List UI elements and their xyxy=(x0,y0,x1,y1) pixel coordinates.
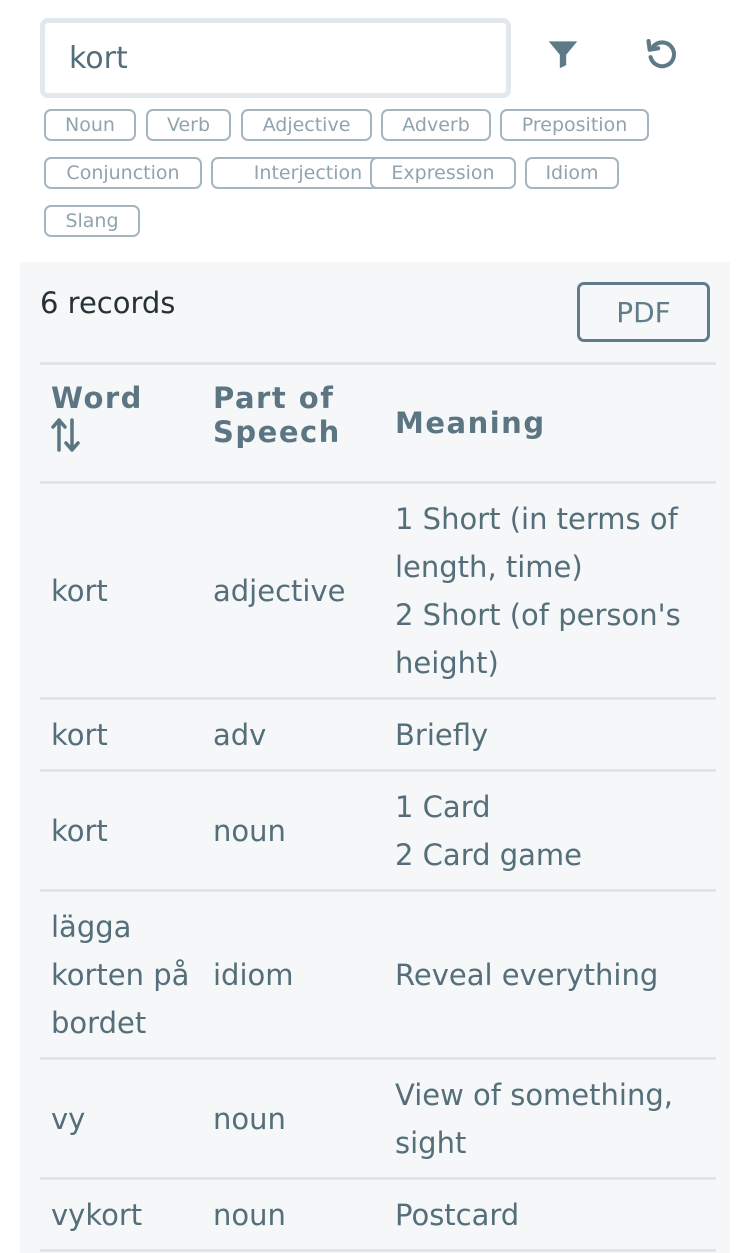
word-line: kort xyxy=(51,574,108,608)
word-cell: vy xyxy=(51,1095,201,1143)
word-cell: lägga korten på bordet xyxy=(51,903,201,1047)
meaning-line: Reveal everything xyxy=(395,958,659,992)
word-line: bordet xyxy=(51,1006,147,1040)
column-header-word[interactable]: Word xyxy=(51,381,201,453)
column-header-part-of-speech[interactable]: Part of Speech xyxy=(213,381,373,449)
filter-icon xyxy=(548,41,578,69)
meaning-line: height) xyxy=(395,646,499,680)
word-cell: vykort xyxy=(51,1191,201,1239)
tag-preposition[interactable]: Preposition xyxy=(500,109,649,141)
reset-icon xyxy=(646,38,677,69)
meaning-line: sight xyxy=(395,1126,467,1160)
meaning-line: View of something, xyxy=(395,1078,673,1112)
results-panel: 6 records PDF Word Part of Speech Meanin… xyxy=(20,262,730,1253)
column-header-part-of-speech-line2: Speech xyxy=(213,415,341,449)
tag-adverb[interactable]: Adverb xyxy=(381,109,491,141)
row-divider xyxy=(40,769,716,772)
row-divider xyxy=(40,1177,716,1180)
meaning-line: Briefly xyxy=(395,718,489,752)
part-of-speech-cell: noun xyxy=(213,1198,286,1232)
word-cell: kort xyxy=(51,807,201,855)
row-divider xyxy=(40,889,716,892)
row-divider xyxy=(40,697,716,700)
table-header-divider xyxy=(40,481,716,484)
search-input[interactable] xyxy=(45,23,506,93)
word-line: kort xyxy=(51,814,108,848)
word-line: lägga xyxy=(51,910,132,944)
word-cell: kort xyxy=(51,711,201,759)
meaning-line: 2 Short (of person's xyxy=(395,598,681,632)
meaning-cell: Postcard xyxy=(395,1191,715,1239)
word-cell: kort xyxy=(51,567,201,615)
part-of-speech-cell: adjective xyxy=(213,574,346,608)
tag-noun[interactable]: Noun xyxy=(44,109,136,141)
meaning-line: 1 Card xyxy=(395,790,491,824)
word-line: korten på xyxy=(51,958,190,992)
tag-idiom[interactable]: Idiom xyxy=(525,157,619,189)
tag-conjunction[interactable]: Conjunction xyxy=(44,157,202,189)
word-line: vykort xyxy=(51,1198,143,1232)
tag-verb[interactable]: Verb xyxy=(146,109,231,141)
column-header-meaning[interactable]: Meaning xyxy=(395,406,715,440)
search-panel: Noun Verb Adjective Adverb Preposition C… xyxy=(0,0,750,262)
meaning-line: Postcard xyxy=(395,1198,520,1232)
meaning-line: length, time) xyxy=(395,550,583,584)
part-of-speech-cell: idiom xyxy=(213,958,294,992)
tag-slang[interactable]: Slang xyxy=(44,205,140,237)
meaning-cell: 1 Card 2 Card game xyxy=(395,783,715,879)
column-header-part-of-speech-line1: Part of xyxy=(213,381,335,415)
table-top-border xyxy=(40,362,716,365)
word-line: vy xyxy=(51,1102,86,1136)
tag-adjective[interactable]: Adjective xyxy=(241,109,372,141)
meaning-cell: View of something, sight xyxy=(395,1071,715,1167)
filter-button[interactable] xyxy=(538,29,588,79)
column-header-meaning-label: Meaning xyxy=(395,406,546,440)
meaning-cell: Reveal everything xyxy=(395,951,715,999)
meaning-line: 2 Card game xyxy=(395,838,582,872)
meaning-line: 1 Short (in terms of xyxy=(395,502,678,536)
tag-expression[interactable]: Expression xyxy=(370,157,516,189)
part-of-speech-cell: noun xyxy=(213,1102,286,1136)
sort-icon[interactable] xyxy=(51,417,81,453)
meaning-cell: 1 Short (in terms of length, time) 2 Sho… xyxy=(395,495,715,687)
meaning-cell: Briefly xyxy=(395,711,715,759)
pdf-export-button[interactable]: PDF xyxy=(577,282,710,342)
search-box[interactable] xyxy=(40,18,511,98)
row-divider xyxy=(40,1249,716,1252)
record-count: 6 records xyxy=(40,286,176,320)
part-of-speech-cell: noun xyxy=(213,814,286,848)
word-line: kort xyxy=(51,718,108,752)
reset-button[interactable] xyxy=(637,29,687,79)
row-divider xyxy=(40,1057,716,1060)
part-of-speech-cell: adv xyxy=(213,718,267,752)
column-header-word-label: Word xyxy=(51,381,143,415)
